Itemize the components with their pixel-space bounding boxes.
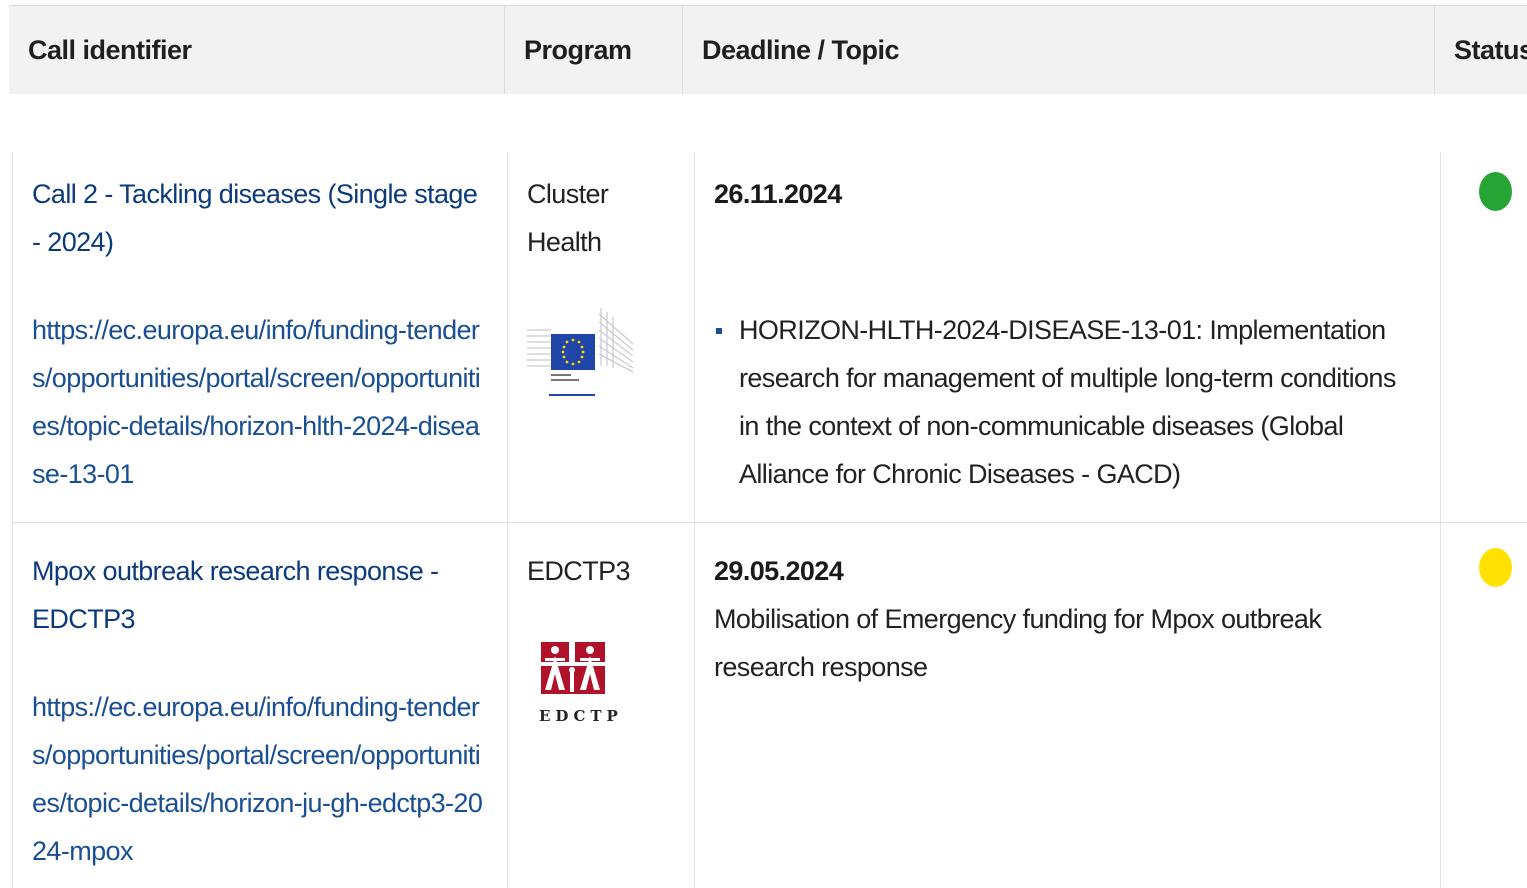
column-divider [507,152,508,888]
header-status[interactable]: Status [1434,6,1527,94]
program-name: Health [527,227,602,257]
call-title-link[interactable]: Mpox outbreak research response - EDCTP3 [32,547,487,643]
program-name: Cluster [527,179,609,209]
european-commission-logo [527,308,634,396]
table-border-left [12,152,13,888]
header-program[interactable]: Program [504,6,682,94]
edctp-emblem-icon [539,640,609,696]
column-divider [1440,152,1441,888]
list-bullet [716,328,722,334]
table-header: Call identifier Program Deadline / Topic… [9,5,1527,94]
header-deadline-topic[interactable]: Deadline / Topic [682,6,1434,94]
status-indicator-open [1479,172,1512,211]
call-url-link[interactable]: https://ec.europa.eu/info/funding-tender… [32,306,487,498]
deadline-date: 29.05.2024 [714,556,844,586]
header-call-identifier[interactable]: Call identifier [9,6,504,94]
edctp-logo-text: EDCTP [539,707,623,725]
column-divider [694,152,695,888]
status-indicator-forthcoming [1479,548,1512,587]
edctp-logo: EDCTP [539,640,623,726]
row-divider [12,522,1527,523]
program-name: EDCTP3 [527,556,631,586]
call-url-link[interactable]: https://ec.europa.eu/info/funding-tender… [32,683,487,875]
topic-text: HORIZON-HLTH-2024-DISEASE-13-01: Impleme… [739,315,1396,489]
deadline-date: 26.11.2024 [714,179,842,209]
call-title-link[interactable]: Call 2 - Tackling diseases (Single stage… [32,170,487,266]
topic-text: Mobilisation of Emergency funding for Mp… [714,604,1322,682]
